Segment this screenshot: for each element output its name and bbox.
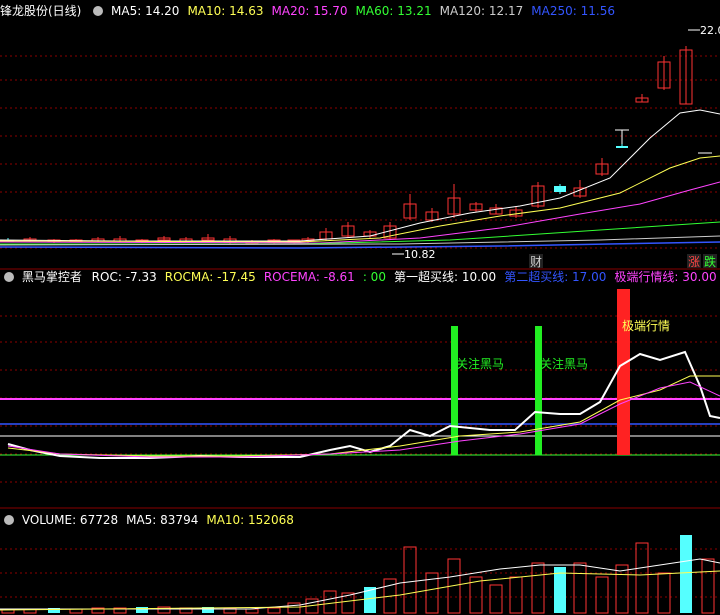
- gear-icon[interactable]: [4, 515, 14, 525]
- extreme-bar: [617, 289, 630, 455]
- indicator-label-6: 极端行情线: 30.00: [614, 270, 717, 284]
- volume-bar: [245, 608, 259, 614]
- indicator-label-3: : 00: [362, 270, 386, 284]
- indicator-label-5: 第二超买线: 17.00: [504, 270, 607, 284]
- marker-cai: 财: [530, 255, 542, 269]
- indicator-header: 黑马掌控者 ROC: -7.33 ROCMA: -17.45 ROCEMA: -8.…: [0, 268, 720, 286]
- ma20-line: [0, 181, 720, 244]
- marker-die: 跌: [704, 254, 716, 269]
- indicator-label-1: ROCMA: -17.45: [164, 270, 256, 284]
- rocema-line: [7, 381, 720, 458]
- vol-ma10-line: [0, 570, 720, 611]
- volume-bar: [509, 576, 523, 614]
- high-price-label: 22.0: [700, 24, 720, 37]
- marker-zhang: 涨: [688, 254, 700, 269]
- indicator-label-4: 第一超买线: 10.00: [393, 270, 497, 284]
- volume-header: VOLUME: 67728 MA5: 83794 MA10: 152068: [0, 511, 310, 529]
- volume-bar: [595, 576, 609, 614]
- volume-bar: [635, 542, 649, 614]
- volume-bar: [680, 535, 692, 613]
- volume-bar: [701, 558, 715, 614]
- ma-label-2: MA20: 15.70: [271, 4, 348, 18]
- vol-ma5-line: [0, 558, 720, 610]
- ma-legend: MA5: 14.20 MA10: 14.63 MA20: 15.70 MA60: 13…: [111, 4, 623, 18]
- signal-bar-first: [451, 326, 458, 455]
- candle-body: [616, 146, 628, 148]
- indicator-title: 黑马掌控者: [21, 270, 82, 284]
- signal-label-second: 关注黑马: [540, 356, 588, 371]
- ma-label-1: MA10: 14.63: [187, 4, 264, 18]
- indicator-legend: ROC: -7.33 ROCMA: -17.45 ROCEMA: -8.61 : 00…: [92, 270, 720, 284]
- indicator-chart[interactable]: 关注黑马 关注黑马 极端行情: [0, 286, 720, 509]
- volume-bar: [489, 584, 503, 614]
- volume-label-0: VOLUME: 67728: [21, 513, 119, 527]
- ma5-line: [0, 109, 720, 242]
- volume-bar: [531, 562, 545, 614]
- volume-bar: [615, 564, 629, 614]
- roc-line: [7, 350, 720, 459]
- ma-label-3: MA60: 13.21: [355, 4, 432, 18]
- ma-label-5: MA250: 11.56: [531, 4, 615, 18]
- volume-bar: [287, 602, 301, 614]
- rocma-line: [7, 375, 720, 457]
- low-price-label: 10.82: [404, 248, 436, 261]
- ma-label-0: MA5: 14.20: [111, 4, 180, 18]
- volume-bar: [573, 562, 587, 614]
- gear-icon[interactable]: [4, 272, 14, 282]
- volume-bar: [136, 607, 148, 613]
- volume-bar: [657, 572, 671, 614]
- volume-bar: [403, 546, 417, 614]
- indicator-label-2: ROCEMA: -8.61: [263, 270, 355, 284]
- candlestick-chart[interactable]: 22.0 10.82 财 涨跌: [0, 18, 720, 270]
- indicator-label-0: ROC: -7.33: [91, 270, 157, 284]
- signal-bar-second: [535, 326, 542, 455]
- candle-body: [554, 186, 566, 192]
- volume-label-2: MA10: 152068: [206, 513, 294, 527]
- signal-label-extreme: 极端行情: [622, 319, 670, 333]
- volume-legend: VOLUME: 67728 MA5: 83794 MA10: 152068: [22, 513, 302, 527]
- volume-bar: [267, 607, 281, 614]
- stock-title: 锋龙股份(日线): [0, 4, 82, 18]
- gear-icon[interactable]: [93, 6, 104, 16]
- volume-label-1: MA5: 83794: [126, 513, 199, 527]
- volume-bar: [323, 590, 337, 614]
- signal-label-first: 关注黑马: [456, 356, 504, 371]
- ma-label-4: MA120: 12.17: [439, 4, 524, 18]
- volume-chart[interactable]: [0, 529, 720, 615]
